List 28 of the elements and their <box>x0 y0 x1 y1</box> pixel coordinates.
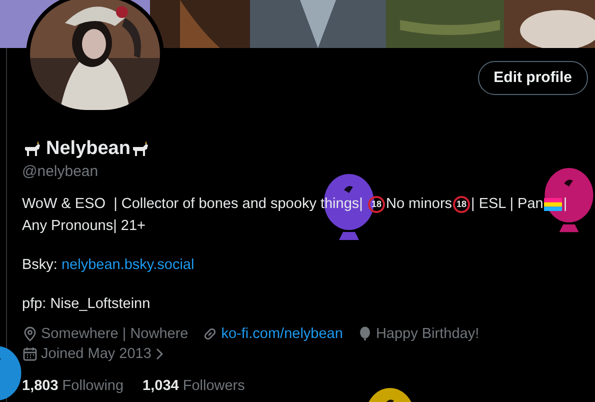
follow-stat-link[interactable]: 1,034 Followers <box>142 376 245 396</box>
link-icon <box>202 326 218 342</box>
calendar-icon <box>22 346 38 362</box>
chevron-right-icon <box>154 347 164 361</box>
bio-text: | <box>563 195 568 214</box>
website-link[interactable]: ko-fi.com/nelybean <box>221 324 343 344</box>
profile-info-text: Happy Birthday! <box>376 325 480 344</box>
bsky-link[interactable]: nelybean.bsky.social <box>61 254 194 276</box>
stat-label: Followers <box>182 377 245 396</box>
bio-text: pfp: Nise_Loftsteinn <box>22 295 150 314</box>
bio-text: Bsky: <box>22 256 58 275</box>
joined-date-link[interactable]: Joined May 2013 <box>41 344 152 364</box>
goat-icon <box>22 139 42 159</box>
location-pin-icon <box>22 326 38 342</box>
goat-icon <box>130 139 150 159</box>
follow-stat-link[interactable]: 1,803 Following <box>22 376 124 396</box>
profile-info-text: Somewhere | Nowhere <box>41 325 188 344</box>
stat-count: 1,803 <box>22 377 58 396</box>
bio-text: | ESL | Pan <box>471 195 544 214</box>
bio-text: No minors <box>386 195 452 214</box>
age-badge: 18 <box>453 196 470 212</box>
username: @nelybean <box>22 162 98 182</box>
stat-label: Following <box>62 377 124 396</box>
bio-text: Any Pronouns| 21+ <box>22 217 146 236</box>
display-name: Nelybean <box>46 136 130 161</box>
edit-profile-button[interactable]: Edit profile <box>478 61 588 95</box>
pride-flag-icon <box>544 198 562 210</box>
stat-count: 1,034 <box>142 377 179 396</box>
